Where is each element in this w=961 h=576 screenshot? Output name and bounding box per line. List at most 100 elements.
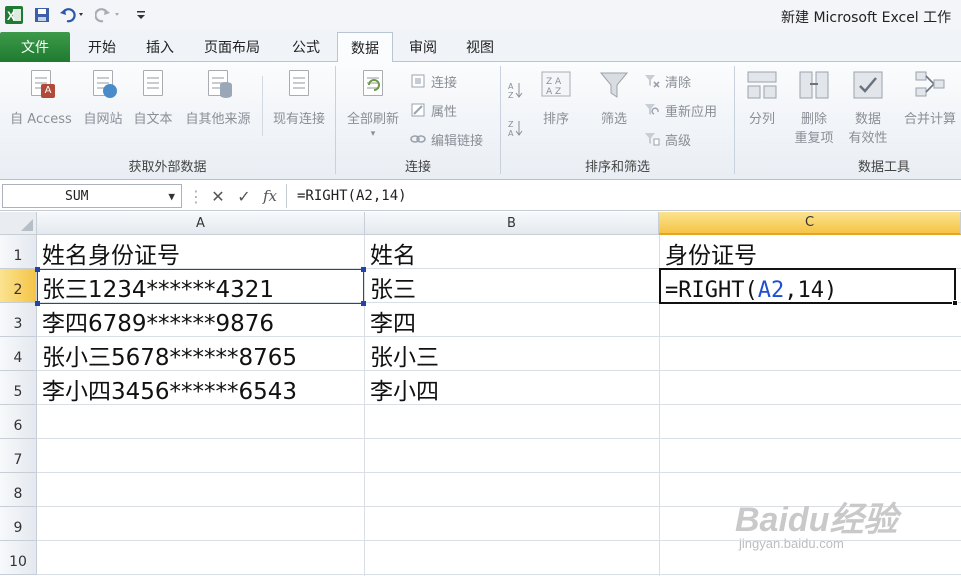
group-label-get-external: 获取外部数据 — [128, 160, 207, 175]
from-access-button[interactable]: A 自 Access — [6, 68, 76, 127]
cell-b1[interactable]: 姓名 — [365, 235, 659, 269]
tab-insert[interactable]: 插入 — [134, 32, 186, 62]
row-header-9[interactable]: 9 — [0, 507, 37, 541]
text-file-icon — [137, 68, 169, 102]
edit-links-button[interactable]: 编辑链接 — [410, 128, 483, 150]
resize-handle[interactable] — [361, 301, 366, 306]
fill-handle[interactable] — [952, 300, 958, 306]
access-db-icon: A — [25, 68, 57, 102]
tab-review[interactable]: 审阅 — [397, 32, 449, 62]
cancel-icon[interactable]: ✕ — [206, 185, 230, 207]
customize-icon[interactable] — [134, 4, 148, 26]
group-label-sort-filter: 排序和筛选 — [584, 160, 650, 175]
baidu-watermark: Baidu经验 jingyan.baidu.com — [735, 484, 955, 564]
sort-ascending-icon: AZ — [508, 81, 524, 100]
chevron-down-icon[interactable]: ▼ — [168, 190, 175, 203]
svg-text:X: X — [7, 9, 15, 23]
reapply-button[interactable]: 重新应用 — [644, 99, 717, 121]
remove-duplicates-button[interactable]: 删除 重复项 — [788, 68, 840, 146]
cell-a3[interactable]: 李四6789******9876 — [37, 303, 364, 337]
enter-icon[interactable]: ✓ — [232, 185, 256, 207]
tab-file[interactable]: 文件 — [0, 32, 70, 62]
advanced-filter-icon — [644, 131, 660, 147]
sort-button[interactable]: Z AA Z 排序 — [536, 68, 576, 127]
connections-icon — [410, 73, 426, 89]
column-header-c[interactable]: C — [659, 212, 961, 235]
sort-az-button[interactable]: AZ — [508, 78, 529, 100]
refresh-icon — [357, 68, 389, 102]
reapply-icon — [644, 102, 660, 118]
watermark-url: jingyan.baidu.com — [739, 536, 844, 551]
excel-window: { "window": {"title": "新建 Microsoft Exce… — [0, 0, 961, 576]
column-header-b[interactable]: B — [365, 212, 659, 235]
gridline — [37, 506, 961, 507]
tab-home[interactable]: 开始 — [76, 32, 128, 62]
cell-a1[interactable]: 姓名身份证号 — [37, 235, 364, 269]
watermark-logo: Baidu经验 — [735, 501, 898, 539]
row-header-5[interactable]: 5 — [0, 371, 37, 405]
select-all-button[interactable] — [0, 212, 37, 235]
resize-handle[interactable] — [35, 267, 40, 272]
row-header-2[interactable]: 2 — [0, 269, 37, 303]
row-header-1[interactable]: 1 — [0, 235, 37, 269]
row-header-7[interactable]: 7 — [0, 439, 37, 473]
properties-button[interactable]: 属性 — [410, 99, 457, 121]
save-icon[interactable] — [32, 4, 52, 26]
row-header-4[interactable]: 4 — [0, 337, 37, 371]
group-label-data-tools: 数据工具 — [857, 160, 910, 175]
ribbon-tabs: 文件 开始 插入 页面布局 公式 数据 审阅 视图 — [0, 30, 961, 63]
cell-b2[interactable]: 张三 — [365, 269, 659, 303]
data-validation-button[interactable]: 数据 有效性 — [840, 68, 896, 146]
formula-bar: SUM ▼ ⋮ ✕ ✓ fx =RIGHT(A2,14) — [0, 181, 961, 211]
clear-button[interactable]: 清除 — [644, 70, 691, 92]
group-separator — [734, 66, 735, 174]
svg-text:A Z: A Z — [546, 87, 561, 97]
worksheet-grid: A B C 1 2 3 4 5 6 7 8 9 10 姓名身份证号 姓名 身份证… — [0, 212, 961, 576]
from-web-button[interactable]: 自网站 — [80, 68, 126, 127]
refresh-all-button[interactable]: 全部刷新 ▾ — [342, 68, 404, 139]
ribbon: A 自 Access 自网站 自文本 自其他来源 现有连接 获取外部数据 全部刷… — [0, 62, 961, 180]
cell-a5[interactable]: 李小四3456******6543 — [37, 371, 364, 405]
redo-icon[interactable] — [94, 4, 124, 26]
text-to-columns-button[interactable]: 分列 — [742, 68, 782, 127]
tab-formulas[interactable]: 公式 — [280, 32, 332, 62]
formula-input[interactable]: =RIGHT(A2,14) — [286, 184, 961, 208]
filter-button[interactable]: 筛选 — [594, 68, 634, 127]
name-box[interactable]: SUM ▼ — [2, 184, 182, 208]
tab-page-layout[interactable]: 页面布局 — [192, 32, 272, 62]
svg-text:A: A — [508, 129, 514, 137]
svg-text:A: A — [508, 82, 514, 91]
remove-duplicates-icon — [798, 68, 830, 102]
resize-handle[interactable] — [361, 267, 366, 272]
from-other-sources-button[interactable]: 自其他来源 — [180, 68, 256, 127]
row-header-10[interactable]: 10 — [0, 541, 37, 575]
sort-dialog-icon: Z AA Z — [540, 68, 572, 102]
row-header-6[interactable]: 6 — [0, 405, 37, 439]
insert-function-icon[interactable]: fx — [258, 185, 282, 207]
sort-za-button[interactable]: ZA — [508, 116, 529, 138]
cell-b5[interactable]: 李小四 — [365, 371, 659, 405]
column-header-a[interactable]: A — [37, 212, 365, 235]
cell-b4[interactable]: 张小三 — [365, 337, 659, 371]
group-label-connections: 连接 — [404, 160, 431, 175]
row-header-3[interactable]: 3 — [0, 303, 37, 337]
row-header-8[interactable]: 8 — [0, 473, 37, 507]
undo-icon[interactable] — [58, 4, 88, 26]
advanced-button[interactable]: 高级 — [644, 128, 691, 150]
properties-icon — [410, 102, 426, 118]
cell-a4[interactable]: 张小三5678******8765 — [37, 337, 364, 371]
resize-handle[interactable] — [35, 301, 40, 306]
tab-view[interactable]: 视图 — [454, 32, 506, 62]
connections-button[interactable]: 连接 — [410, 70, 457, 92]
consolidate-icon — [914, 68, 946, 102]
text-to-columns-icon — [746, 68, 778, 102]
consolidate-button[interactable]: 合并计算 — [900, 68, 960, 127]
excel-logo-icon[interactable]: X — [3, 4, 25, 26]
cell-c1[interactable]: 身份证号 — [660, 235, 960, 269]
chevron-down-icon: ▾ — [370, 129, 376, 139]
from-text-button[interactable]: 自文本 — [130, 68, 176, 127]
cell-b3[interactable]: 李四 — [365, 303, 659, 337]
existing-connections-icon — [283, 68, 315, 102]
existing-connections-button[interactable]: 现有连接 — [268, 68, 330, 127]
tab-data[interactable]: 数据 — [337, 32, 393, 63]
